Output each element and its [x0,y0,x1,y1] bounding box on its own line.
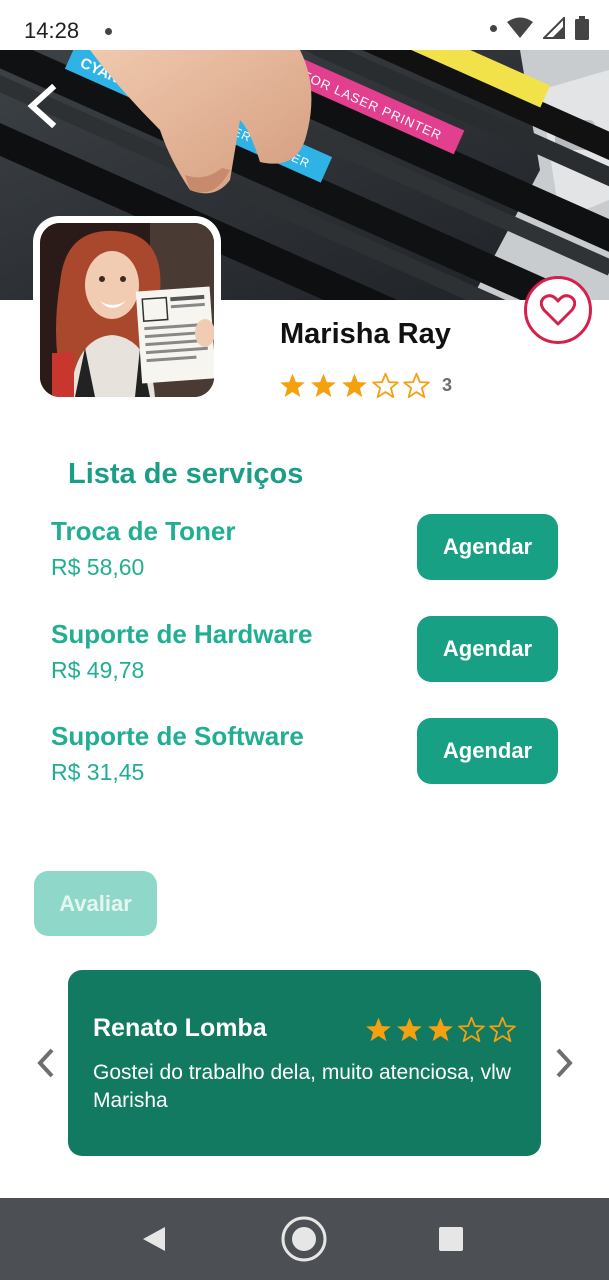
avatar-photo [40,223,214,397]
nav-recents-button[interactable] [427,1215,475,1263]
schedule-button[interactable]: Agendar [417,514,558,580]
status-bar: 14:28 [0,0,609,50]
back-button[interactable] [22,84,62,128]
services-title: Lista de serviços [68,458,304,490]
carousel-prev-button[interactable] [34,1046,58,1080]
home-circle-icon [281,1216,327,1262]
star-empty-icon [372,372,399,398]
rating-count: 3 [442,375,453,395]
service-item: Troca de Toner R$ 58,60 Agendar [51,514,571,586]
service-name: Troca de Toner [51,516,236,546]
carousel-next-button[interactable] [552,1046,576,1080]
service-price: R$ 58,60 [51,554,145,580]
service-item: Suporte de Hardware R$ 49,78 Agendar [51,616,571,689]
star-filled-icon [342,373,367,398]
star-empty-icon [458,1016,485,1042]
rate-button[interactable]: Avaliar [34,871,157,936]
favorite-button[interactable] [524,276,592,344]
avatar [40,223,214,397]
status-time: 14:28 [24,18,80,43]
triangle-back-icon [143,1227,165,1251]
nav-back-button[interactable] [130,1215,178,1263]
star-filled-icon [311,373,336,398]
service-name: Suporte de Software [51,721,304,751]
cellular-signal-icon [543,17,565,39]
service-price: R$ 49,78 [51,657,145,683]
review-author: Renato Lomba [93,1014,267,1042]
nav-home-button[interactable] [280,1215,328,1263]
profile-name: Marisha Ray [280,318,451,350]
review-text: Gostei do trabalho dela, muito atenciosa… [93,1061,511,1112]
avatar-frame [33,216,221,404]
notification-dot-icon [105,28,112,35]
star-empty-icon [489,1016,516,1042]
star-empty-icon [403,372,430,398]
star-filled-icon [397,1017,422,1042]
service-price: R$ 31,45 [51,759,145,785]
system-nav-bar [0,1198,609,1280]
star-filled-icon [428,1017,453,1042]
service-item: Suporte de Software R$ 31,45 Agendar [51,718,571,791]
review-card: Renato Lomba Gostei do trabalho dela, mu… [68,970,541,1156]
heart-icon [540,294,576,326]
profile-rating: 3 [279,372,452,399]
review-rating-stars [365,1016,516,1043]
status-icons [490,16,589,40]
rating-stars [279,372,430,399]
star-filled-icon [280,373,305,398]
service-name: Suporte de Hardware [51,619,313,649]
schedule-button[interactable]: Agendar [417,718,558,784]
notification-dot-icon [490,24,497,32]
schedule-button[interactable]: Agendar [417,616,558,682]
wifi-icon [507,17,533,38]
battery-icon [575,16,589,40]
star-filled-icon [366,1017,391,1042]
square-recents-icon [439,1227,463,1251]
